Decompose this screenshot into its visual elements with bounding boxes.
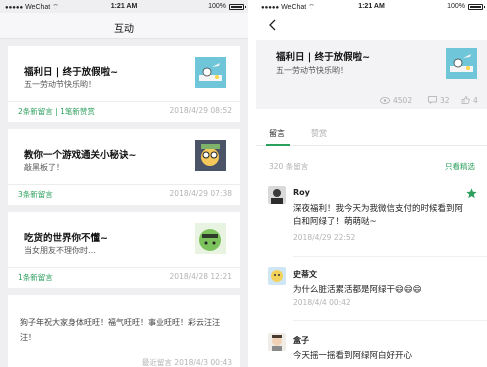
avatar[interactable] bbox=[268, 267, 286, 285]
comments-metric: 32 bbox=[428, 93, 450, 107]
interaction-screen: ●●●●● WeChat ⌔ 1:21 AM 100% 互动 福利日 | 终于放… bbox=[0, 0, 248, 367]
article-title: 教你一个游戏通关小秘诀~ bbox=[24, 150, 137, 161]
likes-metric: 4 bbox=[461, 93, 478, 107]
comment-item[interactable]: 史蒂文 为什么脏活累活都是阿绿干😄😄😄 2018/4/4 00:42 bbox=[256, 267, 487, 312]
comment-count: 320 条留言 bbox=[269, 162, 309, 171]
article-metrics: 4502 32 4 bbox=[256, 93, 487, 109]
chick-watering-thumbnail bbox=[446, 48, 477, 79]
comment-icon bbox=[428, 96, 437, 104]
divider bbox=[8, 184, 240, 185]
nav-bar: 互动 bbox=[0, 13, 248, 39]
article-title: 福利日 | 终于放假啦~ bbox=[276, 52, 371, 63]
reads-metric: 4502 bbox=[380, 93, 412, 107]
comment-timestamp: 2018/4/29 22:52 bbox=[293, 233, 356, 242]
article-title: 福利日 | 终于放假啦~ bbox=[24, 67, 119, 78]
new-activity-count: 2条新留言 | 1笔新赞赏 bbox=[18, 107, 95, 116]
tab-comments[interactable]: 留言 bbox=[269, 128, 285, 139]
status-bar: ●●●●● WeChat ⌔ 1:21 AM 100% bbox=[256, 0, 487, 13]
message-card[interactable]: 狗子年祝大家身体旺旺！福气旺旺！事业旺旺！彩云汪汪汪！ 最近留言 2018/4/… bbox=[8, 295, 240, 367]
comment-text: 深夜福利！我今天为我微信支付的时候看到阿白和阿绿了！萌萌哒~ bbox=[293, 204, 464, 227]
article-card[interactable]: 福利日 | 终于放假啦~ 五一劳动节快乐哟！ 2条新留言 | 1笔新赞赏 201… bbox=[8, 46, 240, 122]
article-card[interactable]: 教你一个游戏通关小秘诀~ 敲黑板了！ 3条新留言 2018/4/29 07:38 bbox=[8, 129, 240, 205]
comment-item[interactable]: Roy 深夜福利！我今天为我微信支付的时候看到阿白和阿绿了！萌萌哒~ 2018/… bbox=[256, 186, 487, 246]
timestamp: 2018/4/28 12:21 bbox=[169, 272, 232, 281]
green-dog-thumbnail bbox=[195, 223, 226, 254]
avatar[interactable] bbox=[268, 186, 286, 204]
featured-only-filter[interactable]: 只看精选 bbox=[445, 161, 475, 172]
article-card[interactable]: 吃货的世界你不懂~ 当女朋友不理你时… 1条新留言 2018/4/28 12:2… bbox=[8, 212, 240, 288]
divider bbox=[8, 101, 240, 102]
latest-message-timestamp: 最近留言 2018/4/3 00:43 bbox=[141, 358, 232, 367]
active-tab-indicator bbox=[266, 144, 290, 146]
eye-icon bbox=[380, 96, 390, 104]
reads-count: 4502 bbox=[393, 95, 413, 105]
commenter-name: 盒子 bbox=[293, 336, 309, 345]
tab-bar: 留言 赞赏 bbox=[256, 122, 487, 146]
chick-watering-thumbnail bbox=[195, 57, 226, 88]
new-activity-count: 1条新留言 bbox=[18, 273, 53, 282]
article-header[interactable]: 福利日 | 终于放假啦~ 五一劳动节快乐哟！ bbox=[256, 40, 487, 93]
likes-count: 4 bbox=[473, 95, 478, 105]
star-icon[interactable] bbox=[466, 188, 477, 199]
article-subtitle: 五一劳动节快乐哟！ bbox=[276, 66, 348, 75]
comments-count: 32 bbox=[440, 95, 450, 105]
commenter-name: 史蒂文 bbox=[293, 270, 317, 279]
article-detail-screen: ●●●●● WeChat ⌔ 1:21 AM 100% 福利日 | 终于放假啦~… bbox=[256, 0, 487, 367]
avatar[interactable] bbox=[268, 333, 286, 351]
comment-timestamp: 2018/4/4 00:42 bbox=[293, 298, 351, 307]
comment-item[interactable]: 盒子 今天摇一摇看到阿绿阿白好开心 bbox=[256, 333, 487, 367]
divider bbox=[8, 267, 240, 268]
glasses-character-thumbnail bbox=[195, 140, 226, 171]
page-title: 互动 bbox=[114, 24, 134, 35]
tab-rewards[interactable]: 赞赏 bbox=[311, 128, 327, 139]
status-bar: ●●●●● WeChat ⌔ 1:21 AM 100% bbox=[0, 0, 248, 13]
divider bbox=[293, 256, 487, 257]
battery-icon bbox=[468, 4, 485, 10]
article-subtitle: 当女朋友不理你时… bbox=[24, 246, 96, 255]
timestamp: 2018/4/29 07:38 bbox=[169, 189, 232, 198]
comment-text: 为什么脏活累活都是阿绿干😄😄😄 bbox=[293, 285, 422, 295]
battery-percent: 100% bbox=[208, 3, 226, 10]
new-activity-count: 3条新留言 bbox=[18, 190, 53, 199]
commenter-name: Roy bbox=[293, 188, 310, 197]
article-subtitle: 五一劳动节快乐哟！ bbox=[24, 80, 96, 89]
article-title: 吃货的世界你不懂~ bbox=[24, 233, 108, 244]
comment-text: 今天摇一摇看到阿绿阿白好开心 bbox=[293, 351, 413, 361]
nav-bar bbox=[256, 13, 487, 39]
message-text: 狗子年祝大家身体旺旺！福气旺旺！事业旺旺！彩云汪汪汪！ bbox=[20, 318, 220, 342]
timestamp: 2018/4/29 08:52 bbox=[169, 106, 232, 115]
battery-percent: 100% bbox=[447, 3, 465, 10]
divider bbox=[293, 320, 487, 321]
back-icon[interactable] bbox=[268, 19, 278, 31]
thumbs-up-icon bbox=[461, 96, 470, 104]
article-subtitle: 敲黑板了！ bbox=[24, 163, 64, 172]
battery-icon bbox=[229, 4, 246, 10]
